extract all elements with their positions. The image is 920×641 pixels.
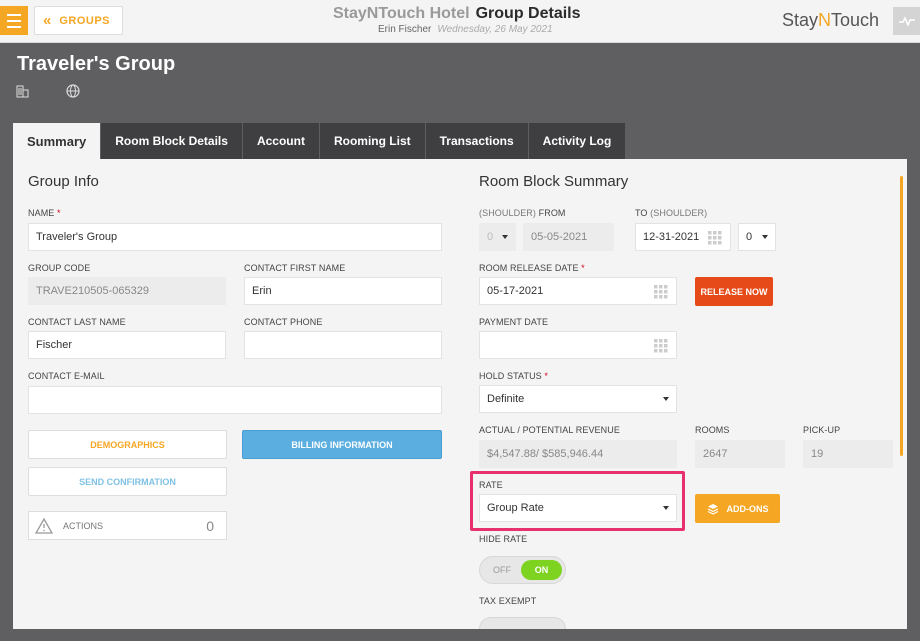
menu-icon[interactable] [0,6,28,35]
rooms-label: ROOMS [695,425,730,435]
actions-button[interactable]: ACTIONS 0 [28,511,227,540]
send-confirmation-button[interactable]: SEND CONFIRMATION [28,467,227,496]
actions-label: ACTIONS [63,520,104,531]
contact-last-name-field[interactable]: Fischer [28,331,226,359]
brand-logo: StayNTouch [782,10,880,30]
hide-rate-label: HIDE RATE [479,534,528,544]
add-ons-button[interactable]: ADD-ONS [695,494,780,523]
tab-activity-log[interactable]: Activity Log [528,123,627,159]
to-shoulder-select[interactable]: 0 [738,223,776,251]
hotel-name: StayNTouch Hotel [333,5,470,22]
contact-first-name-label: CONTACT FIRST NAME [244,263,346,273]
tab-transactions[interactable]: Transactions [425,123,529,159]
pickup-field: 19 [803,440,893,468]
contact-email-label: CONTACT E-MAIL [28,371,105,381]
tab-rooming-list[interactable]: Rooming List [319,123,426,159]
top-bar: « GROUPS StayNTouch Hotel Group Details E… [0,0,920,43]
contact-phone-label: CONTACT PHONE [244,317,323,327]
payment-date-field[interactable] [479,331,677,359]
back-button-label: GROUPS [59,14,111,27]
business-date: Wednesday, 26 May 2021 [437,24,553,35]
contact-phone-field[interactable] [244,331,442,359]
page-title: Group Details [475,5,581,22]
demographics-button[interactable]: DEMOGRAPHICS [28,430,227,459]
billing-information-button[interactable]: BILLING INFORMATION [242,430,442,459]
double-chevron-left-icon: « [43,12,51,29]
tax-exempt-label: TAX EXEMPT [479,596,537,606]
group-name-heading: Traveler's Group [17,53,176,75]
globe-icon[interactable] [66,84,80,103]
rooms-field: 2647 [695,440,785,468]
contact-first-name-field[interactable]: Erin [244,277,442,305]
room-release-date-label: ROOM RELEASE DATE * [479,263,585,273]
to-date-field[interactable]: 12-31-2021 [635,223,731,251]
hold-status-select[interactable]: Definite [479,385,677,413]
tab-bar: Summary Room Block Details Account Roomi… [13,123,627,159]
contact-last-name-label: CONTACT LAST NAME [28,317,126,327]
rate-select[interactable]: Group Rate [479,494,677,522]
tab-account[interactable]: Account [242,123,320,159]
revenue-field: $4,547.88/ $585,946.44 [479,440,677,468]
from-shoulder-select: 0 [479,223,516,251]
building-icon[interactable] [16,85,29,103]
calendar-grid-icon [654,285,668,299]
calendar-grid-icon [654,339,668,353]
name-label: NAME * [28,208,61,218]
calendar-grid-icon [708,231,722,245]
back-to-groups-button[interactable]: « GROUPS [34,6,123,35]
room-release-date-field[interactable]: 05-17-2021 [479,277,677,305]
group-code-label: GROUP CODE [28,263,91,273]
user-name: Erin Fischer [378,24,432,35]
activity-pulse-icon[interactable] [893,7,920,35]
from-date-field: 05-05-2021 [523,223,614,251]
layers-icon [707,503,718,515]
release-now-button[interactable]: RELEASE NOW [695,277,773,306]
group-code-field: TRAVE210505-065329 [28,277,226,305]
contact-email-field[interactable] [28,386,442,414]
pickup-label: PICK-UP [803,425,841,435]
rate-label: RATE [479,480,503,490]
from-label: (SHOULDER) FROM [479,208,566,218]
warning-icon [35,517,53,534]
to-label: TO (SHOULDER) [635,208,708,218]
tax-exempt-toggle[interactable] [479,617,566,629]
revenue-label: ACTUAL / POTENTIAL REVENUE [479,425,620,435]
hide-rate-toggle[interactable]: OFF ON [479,556,566,584]
page-header: StayNTouch Hotel Group Details Erin Fisch… [333,5,593,35]
scrollbar[interactable] [900,176,903,456]
room-block-summary-title: Room Block Summary [479,173,629,190]
group-name-field[interactable]: Traveler's Group [28,223,442,251]
tab-room-block-details[interactable]: Room Block Details [101,123,243,159]
payment-date-label: PAYMENT DATE [479,317,549,327]
hold-status-label: HOLD STATUS * [479,371,548,381]
group-info-title: Group Info [28,173,99,190]
actions-count: 0 [206,517,214,534]
tab-summary[interactable]: Summary [13,123,102,159]
